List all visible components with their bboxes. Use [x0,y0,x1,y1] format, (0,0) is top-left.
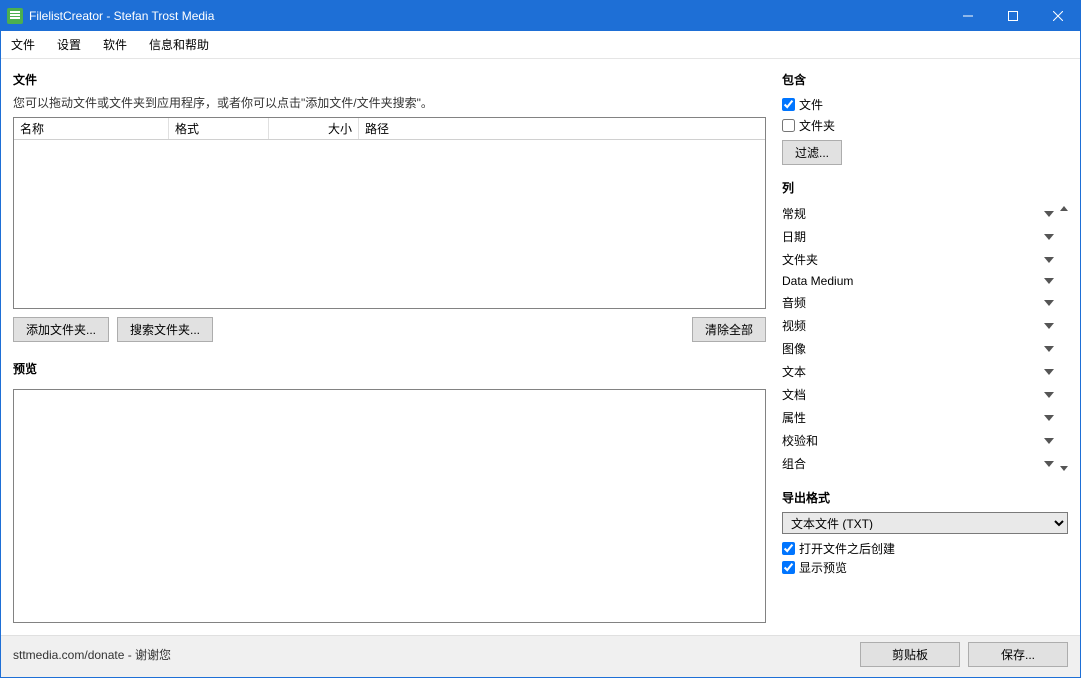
column-item-label: 日期 [782,228,806,245]
column-item[interactable]: 音频 [782,291,1068,314]
export-header: 导出格式 [782,489,1068,506]
chevron-down-icon [1044,323,1054,329]
include-files-checkbox[interactable] [782,98,795,111]
column-item-label: 视频 [782,317,806,334]
app-window: FilelistCreator - Stefan Trost Media 文件 … [0,0,1081,678]
column-item[interactable]: 文件夹 [782,248,1068,271]
chevron-down-icon [1044,438,1054,444]
menu-help[interactable]: 信息和帮助 [145,34,213,55]
content-area: 文件 您可以拖动文件或文件夹到应用程序，或者你可以点击"添加文件/文件夹搜索"。… [1,59,1080,635]
column-item-label: 文件夹 [782,251,818,268]
chevron-down-icon [1044,369,1054,375]
preview-header: 预览 [13,360,766,377]
chevron-down-icon [1044,346,1054,352]
column-item-label: 组合 [782,455,806,472]
columns-header: 列 [782,179,1068,196]
show-preview-checkbox[interactable] [782,561,795,574]
column-item[interactable]: 文档 [782,383,1068,406]
maximize-icon [1008,11,1018,21]
include-files-label: 文件 [799,96,823,113]
column-item-label: 常规 [782,205,806,222]
filter-button[interactable]: 过滤... [782,140,842,165]
show-preview-label: 显示预览 [799,559,847,576]
include-files-row[interactable]: 文件 [782,96,1068,113]
file-table[interactable]: 名称 格式 大小 路径 [13,117,766,309]
col-format[interactable]: 格式 [169,118,269,139]
right-pane: 包含 文件 文件夹 过滤... 列 常规日期文件夹Data Medium音频视频… [782,71,1068,623]
search-folder-button[interactable]: 搜索文件夹... [117,317,213,342]
column-item[interactable]: 组合 [782,452,1068,475]
maximize-button[interactable] [990,1,1035,31]
include-folders-checkbox[interactable] [782,119,795,132]
window-title: FilelistCreator - Stefan Trost Media [29,9,214,23]
include-folders-label: 文件夹 [799,117,835,134]
app-icon [7,8,23,24]
add-folder-button[interactable]: 添加文件夹... [13,317,109,342]
chevron-down-icon [1044,211,1054,217]
clear-all-button[interactable]: 清除全部 [692,317,766,342]
table-header-row: 名称 格式 大小 路径 [14,118,765,140]
save-button[interactable]: 保存... [968,642,1068,667]
scroll-up-icon[interactable] [1060,206,1068,211]
close-button[interactable] [1035,1,1080,31]
open-after-checkbox[interactable] [782,542,795,555]
statusbar: sttmedia.com/donate - 谢谢您 剪贴板 保存... [1,635,1080,677]
column-item[interactable]: 视频 [782,314,1068,337]
col-path[interactable]: 路径 [359,118,765,139]
file-button-row: 添加文件夹... 搜索文件夹... 清除全部 [13,317,766,342]
titlebar: FilelistCreator - Stefan Trost Media [1,1,1080,31]
files-header: 文件 [13,71,766,88]
include-header: 包含 [782,71,1068,88]
col-name[interactable]: 名称 [14,118,169,139]
columns-list: 常规日期文件夹 Data Medium 音频视频图像文本文档属性校验和组合 [782,202,1068,475]
menubar: 文件 设置 软件 信息和帮助 [1,31,1080,59]
scroll-down-icon[interactable] [1060,466,1068,471]
column-item[interactable]: 校验和 [782,429,1068,452]
column-item[interactable]: 常规 [782,202,1068,225]
col-size[interactable]: 大小 [269,118,359,139]
open-after-row[interactable]: 打开文件之后创建 [782,540,1068,557]
export-format-select[interactable]: 文本文件 (TXT) [782,512,1068,534]
column-item-label: Data Medium [782,274,853,288]
include-folders-row[interactable]: 文件夹 [782,117,1068,134]
menu-file[interactable]: 文件 [7,34,39,55]
chevron-down-icon [1044,300,1054,306]
column-item[interactable]: Data Medium [782,271,1068,291]
chevron-down-icon [1044,461,1054,467]
chevron-down-icon [1044,392,1054,398]
menu-software[interactable]: 软件 [99,34,131,55]
column-item[interactable]: 日期 [782,225,1068,248]
column-item-label: 音频 [782,294,806,311]
column-item-label: 文档 [782,386,806,403]
chevron-down-icon [1044,415,1054,421]
minimize-button[interactable] [945,1,990,31]
table-body[interactable] [14,140,765,308]
chevron-down-icon [1044,278,1054,284]
column-item-label: 校验和 [782,432,818,449]
minimize-icon [963,11,973,21]
chevron-down-icon [1044,257,1054,263]
menu-settings[interactable]: 设置 [53,34,85,55]
open-after-label: 打开文件之后创建 [799,540,895,557]
preview-box[interactable] [13,389,766,623]
show-preview-row[interactable]: 显示预览 [782,559,1068,576]
column-item-label: 属性 [782,409,806,426]
close-icon [1053,11,1063,21]
clipboard-button[interactable]: 剪贴板 [860,642,960,667]
column-item-label: 文本 [782,363,806,380]
status-text: sttmedia.com/donate - 谢谢您 [13,646,852,663]
column-item-label: 图像 [782,340,806,357]
column-item[interactable]: 属性 [782,406,1068,429]
left-pane: 文件 您可以拖动文件或文件夹到应用程序，或者你可以点击"添加文件/文件夹搜索"。… [13,71,766,623]
files-hint: 您可以拖动文件或文件夹到应用程序，或者你可以点击"添加文件/文件夹搜索"。 [13,94,766,111]
chevron-down-icon [1044,234,1054,240]
column-item[interactable]: 文本 [782,360,1068,383]
column-item[interactable]: 图像 [782,337,1068,360]
